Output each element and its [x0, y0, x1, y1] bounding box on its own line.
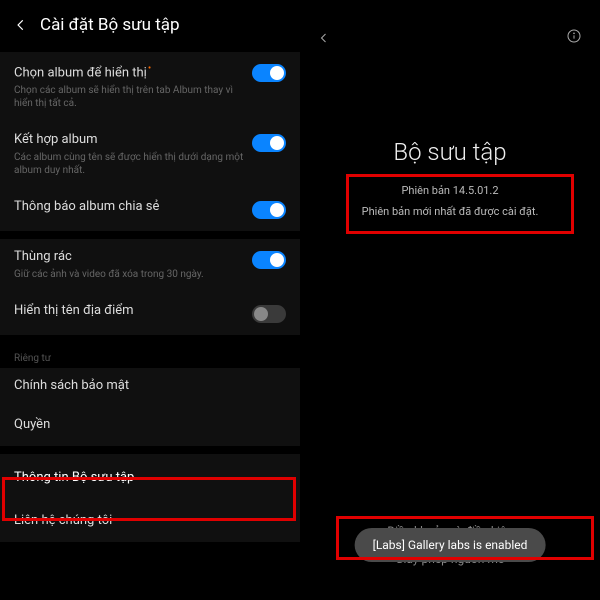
- section-privacy: Chính sách bảo mật Quyền: [0, 368, 300, 446]
- row-privacy-policy[interactable]: Chính sách bảo mật: [0, 368, 300, 407]
- header-right: [300, 0, 600, 48]
- header-left: Cài đặt Bộ sưu tập: [0, 0, 300, 52]
- row-contact-us[interactable]: Liên hệ chúng tôi: [0, 503, 300, 542]
- row-choose-albums[interactable]: Chọn album để hiển thị• Chọn các album s…: [0, 52, 300, 122]
- row-show-location[interactable]: Hiển thị tên địa điểm: [0, 293, 300, 335]
- row-title: Kết hợp album: [14, 132, 244, 149]
- section-label-privacy: Riêng tư: [0, 343, 300, 368]
- row-merge-albums[interactable]: Kết hợp album Các album cùng tên sẽ được…: [0, 122, 300, 189]
- about-pane: Bộ sưu tập Phiên bản 14.5.01.2 Phiên bản…: [300, 0, 600, 600]
- new-badge-icon: •: [148, 63, 151, 74]
- row-permissions[interactable]: Quyền: [0, 407, 300, 446]
- row-title: Liên hệ chúng tôi: [14, 513, 112, 530]
- toggle-shared-notif[interactable]: [252, 201, 286, 219]
- row-shared-notif[interactable]: Thông báo album chia sẻ: [0, 189, 300, 231]
- toggle-show-location[interactable]: [252, 305, 286, 323]
- row-title: Chọn album để hiển thị: [14, 65, 147, 80]
- toggle-choose-albums[interactable]: [252, 64, 286, 82]
- version-text: Phiên bản 14.5.01.2: [308, 184, 592, 197]
- back-icon[interactable]: [10, 14, 32, 36]
- toggle-trash[interactable]: [252, 251, 286, 269]
- section-albums: Chọn album để hiển thị• Chọn các album s…: [0, 52, 300, 231]
- row-title: Quyền: [14, 417, 50, 434]
- toggle-merge-albums[interactable]: [252, 134, 286, 152]
- info-icon[interactable]: [566, 28, 582, 48]
- row-subtitle: Chọn các album sẽ hiển thị trên tab Albu…: [14, 84, 244, 110]
- toast-labs-enabled: [Labs] Gallery labs is enabled: [355, 528, 546, 562]
- back-icon[interactable]: [318, 29, 330, 48]
- update-status: Phiên bản mới nhất đã được cài đặt.: [308, 205, 592, 218]
- app-title: Bộ sưu tập: [300, 138, 600, 166]
- row-title: Thông báo album chia sẻ: [14, 199, 244, 216]
- row-title: Thùng rác: [14, 249, 244, 266]
- row-trash[interactable]: Thùng rác Giữ các ảnh và video đã xóa tr…: [0, 239, 300, 293]
- row-subtitle: Giữ các ảnh và video đã xóa trong 30 ngà…: [14, 268, 244, 281]
- row-title: Thông tin Bộ sưu tập: [14, 470, 134, 487]
- version-box: Phiên bản 14.5.01.2 Phiên bản mới nhất đ…: [300, 180, 600, 222]
- row-title: Chính sách bảo mật: [14, 378, 129, 395]
- row-title: Hiển thị tên địa điểm: [14, 303, 244, 320]
- row-about-gallery[interactable]: Thông tin Bộ sưu tập: [0, 454, 300, 503]
- section-about: Thông tin Bộ sưu tập Liên hệ chúng tôi: [0, 454, 300, 542]
- section-trash: Thùng rác Giữ các ảnh và video đã xóa tr…: [0, 239, 300, 335]
- settings-pane: Cài đặt Bộ sưu tập Chọn album để hiển th…: [0, 0, 300, 600]
- page-title: Cài đặt Bộ sưu tập: [40, 15, 180, 35]
- row-subtitle: Các album cùng tên sẽ được hiển thị dưới…: [14, 151, 244, 177]
